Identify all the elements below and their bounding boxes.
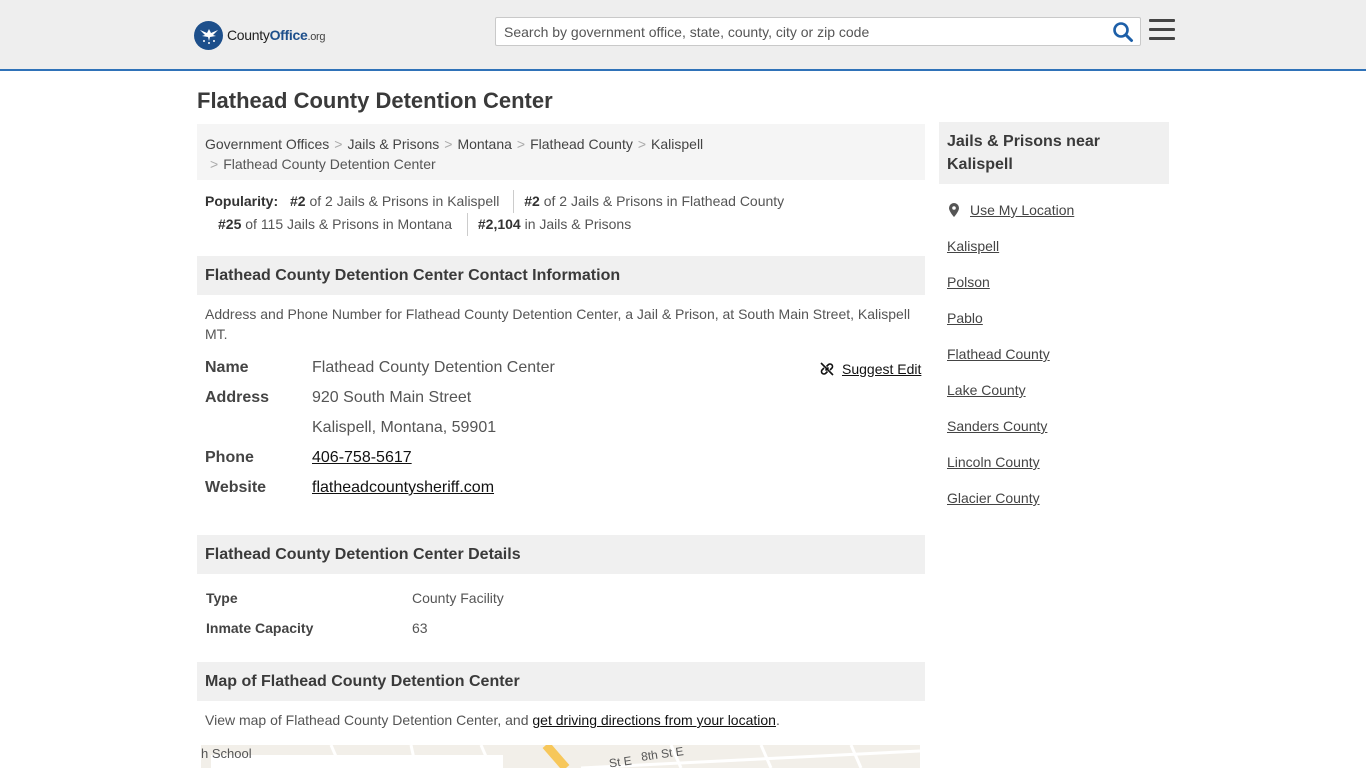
- location-map[interactable]: h School 8th St E St E: [201, 745, 920, 768]
- site-header: CountyOffice.org: [0, 0, 1366, 71]
- breadcrumb-flathead-county[interactable]: Flathead County: [530, 136, 633, 152]
- breadcrumb-kalispell[interactable]: Kalispell: [651, 136, 703, 152]
- details-heading: Flathead County Detention Center Details: [197, 535, 925, 574]
- popularity-rankings: Popularity: #2 of 2 Jails & Prisons in K…: [205, 190, 925, 236]
- address-line1: 920 South Main Street: [312, 389, 472, 406]
- logo-wordmark: CountyOffice.org: [227, 27, 326, 43]
- phone-link[interactable]: 406-758-5617: [312, 449, 412, 466]
- sidebar-item-sanders-county[interactable]: Sanders County: [947, 416, 1047, 436]
- breadcrumb-government-offices[interactable]: Government Offices: [205, 136, 329, 152]
- website-label: Website: [205, 479, 267, 496]
- search-icon[interactable]: [1112, 21, 1134, 43]
- sidebar-item-lake-county[interactable]: Lake County: [947, 380, 1026, 400]
- use-my-location-link[interactable]: Use My Location: [970, 200, 1074, 220]
- capacity-value: 63: [412, 620, 428, 636]
- map-label-school: h School: [201, 746, 252, 761]
- contact-description: Address and Phone Number for Flathead Co…: [205, 306, 911, 342]
- address-label: Address: [205, 389, 270, 406]
- map-heading: Map of Flathead County Detention Center: [197, 662, 925, 701]
- website-link[interactable]: flatheadcountysheriff.com: [312, 479, 494, 496]
- sidebar-item-kalispell[interactable]: Kalispell: [947, 236, 999, 256]
- phone-label: Phone: [205, 449, 254, 466]
- driving-directions-link[interactable]: get driving directions from your locatio…: [532, 712, 776, 728]
- sidebar-item-glacier-county[interactable]: Glacier County: [947, 488, 1040, 508]
- suggest-edit-link[interactable]: Suggest Edit: [842, 360, 921, 378]
- broken-link-icon: [820, 362, 834, 376]
- breadcrumb-jails-prisons[interactable]: Jails & Prisons: [347, 136, 439, 152]
- suggest-edit-button[interactable]: Suggest Edit: [819, 360, 921, 378]
- name-value: Flathead County Detention Center: [312, 359, 555, 376]
- type-label: Type: [206, 590, 238, 606]
- sidebar-item-polson[interactable]: Polson: [947, 272, 990, 292]
- sidebar-item-flathead-county[interactable]: Flathead County: [947, 344, 1050, 364]
- popularity-rank: #2 of 2 Jails & Prisons in Kalispell: [290, 193, 500, 209]
- search-box: [495, 17, 1141, 46]
- popularity-label: Popularity:: [205, 193, 279, 209]
- name-label: Name: [205, 359, 249, 376]
- popularity-rank: #2,104 in Jails & Prisons: [466, 213, 641, 236]
- chevron-right-icon: >: [516, 136, 526, 152]
- eagle-seal-icon: [194, 20, 223, 50]
- type-value: County Facility: [412, 590, 504, 606]
- chevron-right-icon: >: [637, 136, 647, 152]
- chevron-right-icon: >: [444, 136, 453, 152]
- breadcrumb: Government Offices > Jails & Prisons > Monta…: [197, 124, 925, 180]
- map-description: View map of Flathead County Detention Ce…: [205, 712, 780, 728]
- popularity-rank: #25 of 115 Jails & Prisons in Montana: [218, 216, 452, 232]
- breadcrumb-montana[interactable]: Montana: [457, 136, 511, 152]
- sidebar-item-lincoln-county[interactable]: Lincoln County: [947, 452, 1040, 472]
- breadcrumb-current: Flathead County Detention Center: [223, 156, 436, 172]
- sidebar-heading: Jails & Prisons near Kalispell: [939, 122, 1169, 184]
- contact-heading: Flathead County Detention Center Contact…: [197, 256, 925, 295]
- chevron-right-icon: >: [210, 156, 219, 172]
- search-input[interactable]: [496, 18, 1106, 45]
- site-logo[interactable]: CountyOffice.org: [194, 20, 326, 50]
- page-title: Flathead County Detention Center: [197, 88, 553, 113]
- map-pin-icon: [949, 203, 959, 217]
- map-label-street: St E: [608, 753, 633, 768]
- use-location-item[interactable]: Use My Location: [947, 200, 1074, 220]
- sidebar-item-pablo[interactable]: Pablo: [947, 308, 983, 328]
- chevron-right-icon: >: [334, 136, 343, 152]
- popularity-rank: #2 of 2 Jails & Prisons in Flathead Coun…: [513, 190, 794, 213]
- hamburger-menu-icon[interactable]: [1149, 19, 1175, 43]
- address-line2: Kalispell, Montana, 59901: [312, 419, 497, 436]
- capacity-label: Inmate Capacity: [206, 620, 314, 636]
